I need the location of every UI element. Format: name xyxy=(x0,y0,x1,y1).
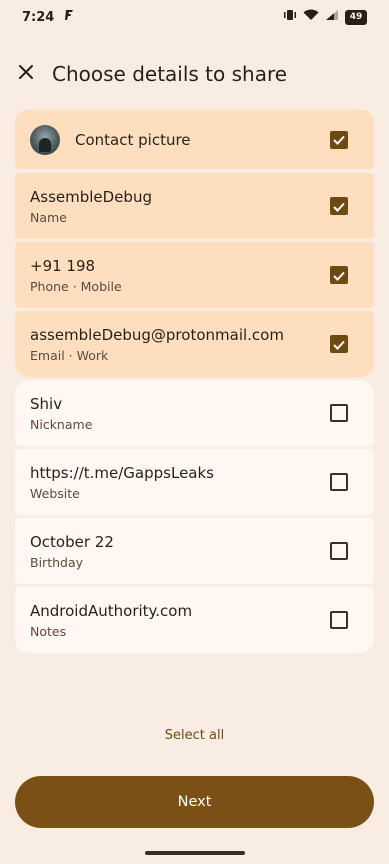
item-type: Nickname xyxy=(30,416,93,432)
checkbox[interactable] xyxy=(330,130,348,149)
item-label: Contact picture xyxy=(75,130,191,149)
item-type: Email · Work xyxy=(30,347,109,363)
select-all-button[interactable]: Select all xyxy=(0,728,389,743)
checkbox[interactable] xyxy=(330,335,348,353)
details-list: Contact picture AssembleDebug Name +91 1… xyxy=(15,110,374,656)
next-button-label: Next xyxy=(177,794,212,810)
signal-icon xyxy=(325,9,339,25)
list-item-notes[interactable]: AndroidAuthority.com Notes xyxy=(15,587,374,653)
close-icon xyxy=(18,64,34,84)
wifi-icon xyxy=(303,9,319,25)
list-item-birthday[interactable]: October 22 Birthday xyxy=(15,518,374,584)
item-type: Notes xyxy=(30,623,67,639)
list-item-contact-picture[interactable]: Contact picture xyxy=(15,110,374,169)
item-label: AndroidAuthority.com xyxy=(30,601,193,620)
checkbox[interactable] xyxy=(330,611,348,629)
checkbox[interactable] xyxy=(330,404,348,422)
list-item-phone[interactable]: +91 198 Phone · Mobile xyxy=(15,242,374,308)
item-label: https://t.me/GappsLeaks xyxy=(30,463,214,482)
check-icon xyxy=(333,197,345,216)
list-item-name[interactable]: AssembleDebug Name xyxy=(15,173,374,239)
item-label: October 22 xyxy=(30,532,114,551)
check-icon xyxy=(333,335,345,354)
item-label: AssembleDebug xyxy=(30,187,152,206)
item-type: Name xyxy=(30,209,67,225)
close-button[interactable] xyxy=(4,52,48,96)
list-item-email[interactable]: assembleDebug@protonmail.com Email · Wor… xyxy=(15,311,374,377)
list-item-website[interactable]: https://t.me/GappsLeaks Website xyxy=(15,449,374,515)
avatar xyxy=(30,124,60,155)
app-notification-icon xyxy=(64,9,74,25)
checkbox[interactable] xyxy=(330,266,348,284)
checkbox[interactable] xyxy=(330,473,348,491)
list-item-nickname[interactable]: Shiv Nickname xyxy=(15,380,374,446)
check-icon xyxy=(333,130,345,149)
next-button[interactable]: Next xyxy=(15,776,374,828)
navigation-handle[interactable] xyxy=(145,851,245,855)
item-label: assembleDebug@protonmail.com xyxy=(30,325,284,344)
item-type: Phone · Mobile xyxy=(30,278,122,294)
checkbox[interactable] xyxy=(330,542,348,560)
item-type: Website xyxy=(30,485,80,501)
vibrate-icon xyxy=(283,9,297,25)
battery-icon: 49 xyxy=(345,9,367,25)
status-time: 7:24 xyxy=(22,9,55,25)
item-type: Birthday xyxy=(30,554,84,570)
item-label: +91 198 xyxy=(30,256,96,275)
status-bar: 7:24 49 xyxy=(0,0,389,34)
check-icon xyxy=(333,266,345,285)
checkbox[interactable] xyxy=(330,197,348,215)
page-title: Choose details to share xyxy=(52,62,288,86)
header: Choose details to share xyxy=(0,52,389,96)
item-label: Shiv xyxy=(30,394,63,413)
